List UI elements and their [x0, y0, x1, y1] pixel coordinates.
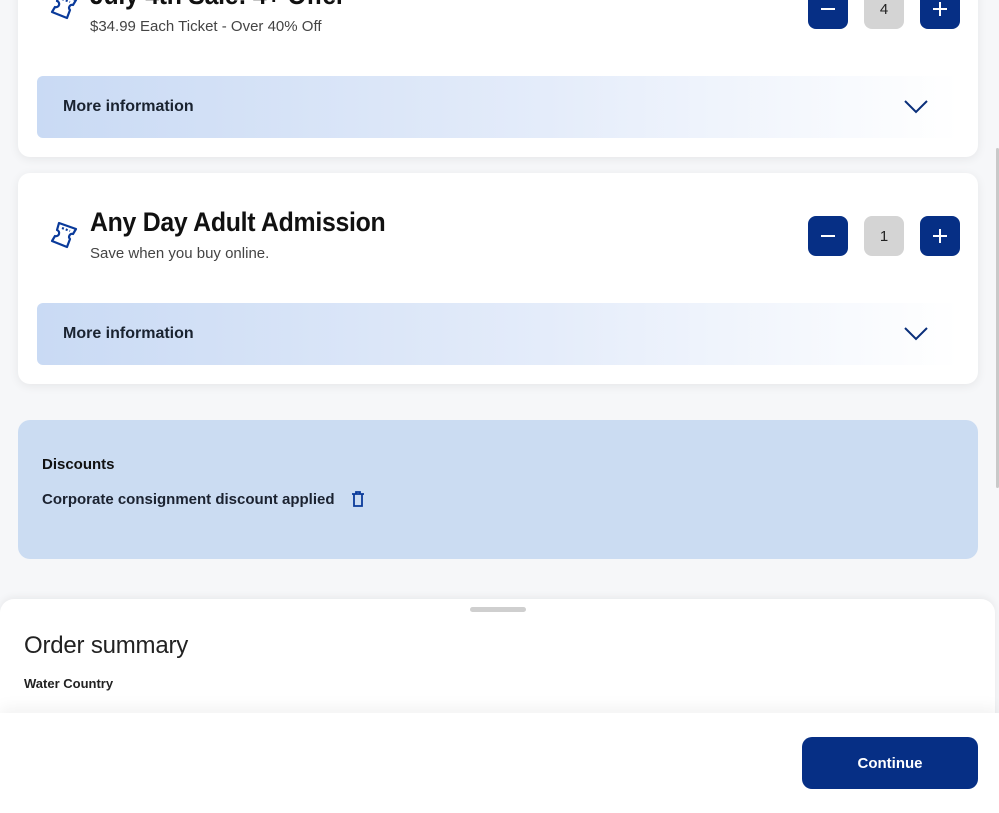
ticket-subtitle: $34.99 Each Ticket - Over 40% Off [90, 18, 322, 35]
discount-applied-row: Corporate consignment discount applied [42, 489, 367, 509]
trash-icon [351, 491, 364, 507]
discounts-title: Discounts [42, 456, 115, 473]
more-information-label: More information [63, 98, 194, 115]
ticket-subtitle: Save when you buy online. [90, 245, 270, 262]
footer-bar: Continue [0, 713, 999, 813]
venue-name: Water Country [24, 676, 114, 691]
quantity-stepper: 1 [808, 216, 960, 256]
ticket-title: July 4th Sale: 4+ Offer [90, 0, 346, 11]
minus-icon [821, 8, 835, 10]
increase-quantity-button[interactable] [920, 216, 960, 256]
decrease-quantity-button[interactable] [808, 0, 848, 29]
quantity-value: 4 [864, 0, 904, 29]
chevron-down-icon [904, 327, 928, 341]
quantity-stepper: 4 [808, 0, 960, 29]
more-information-toggle[interactable]: More information [37, 76, 959, 138]
continue-button[interactable]: Continue [802, 737, 978, 789]
plus-icon [933, 229, 947, 243]
sheet-drag-handle[interactable] [470, 607, 526, 612]
chevron-down-icon [904, 100, 928, 114]
ticket-title: Any Day Adult Admission [90, 207, 386, 237]
ticket-card: July 4th Sale: 4+ Offer $34.99 Each Tick… [18, 0, 978, 157]
increase-quantity-button[interactable] [920, 0, 960, 29]
remove-discount-button[interactable] [349, 489, 367, 509]
more-information-label: More information [63, 325, 194, 342]
quantity-value: 1 [864, 216, 904, 256]
discounts-panel: Discounts Corporate consignment discount… [18, 420, 978, 559]
decrease-quantity-button[interactable] [808, 216, 848, 256]
ticket-icon [48, 219, 80, 251]
ticket-card: Any Day Adult Admission Save when you bu… [18, 173, 978, 384]
minus-icon [821, 235, 835, 237]
ticket-icon [48, 0, 80, 22]
more-information-toggle[interactable]: More information [37, 303, 959, 365]
order-summary-title: Order summary [24, 632, 189, 659]
discount-applied-text: Corporate consignment discount applied [42, 490, 335, 508]
plus-icon [933, 2, 947, 16]
